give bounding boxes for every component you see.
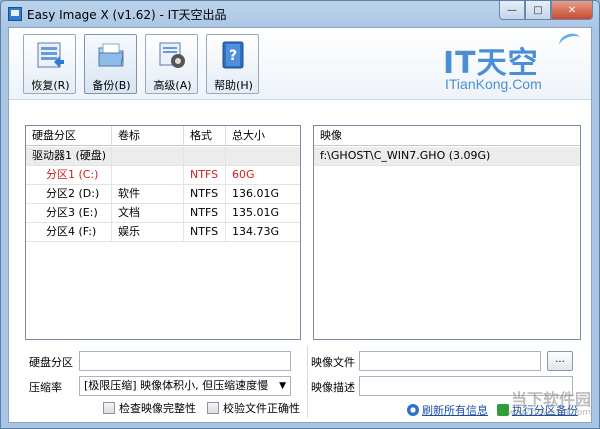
help-label: 帮助(H) xyxy=(214,79,253,92)
app-window: Easy Image X (v1.62) - IT天空出品 — □ ✕ 恢复(R… xyxy=(0,0,600,429)
watermark-text: 当下软件园 xyxy=(510,390,591,409)
check-integrity-label: 检查映像完整性 xyxy=(119,402,196,415)
col-header-image[interactable]: 映像 xyxy=(314,126,580,146)
checkbox-box xyxy=(207,402,219,414)
logo-sub-text: ITianKong.Com xyxy=(445,76,542,92)
partition-name: 分区3 (E:) xyxy=(26,204,112,222)
compression-select-value: [极限压缩] 映像体积小, 但压缩速度慢 xyxy=(84,379,269,392)
advanced-button[interactable]: 高级(A) xyxy=(145,34,198,94)
image-file-label: 映像文件 xyxy=(311,356,355,369)
window-controls: — □ ✕ xyxy=(499,1,593,20)
watermark-url: www.downxia.com xyxy=(507,408,591,418)
restore-icon xyxy=(37,42,64,68)
image-path: f:\GHOST\C_WIN7.GHO (3.09G) xyxy=(320,149,491,162)
partition-format: NTFS xyxy=(184,223,226,241)
col-header-label[interactable]: 卷标 xyxy=(112,126,184,146)
minimize-button[interactable]: — xyxy=(499,1,525,20)
help-button[interactable]: ? 帮助(H) xyxy=(206,34,259,94)
table-row[interactable]: 分区1 (C:) NTFS 60G xyxy=(26,166,300,185)
brand-logo: IT天空 ITianKong.Com xyxy=(433,30,584,98)
partition-size: 136.01G xyxy=(232,187,280,200)
drive-group-cell xyxy=(184,147,226,165)
check-integrity-checkbox[interactable]: 检查映像完整性 xyxy=(103,401,196,415)
partition-format: NTFS xyxy=(184,204,226,222)
restore-button[interactable]: 恢复(R) xyxy=(23,34,76,94)
image-desc-label: 映像描述 xyxy=(311,381,355,394)
image-list-header: 映像 xyxy=(314,126,580,146)
partition-label: 娱乐 xyxy=(112,223,184,241)
drive-group-cell xyxy=(226,147,300,165)
partition-size: 135.01G xyxy=(232,206,280,219)
drive-group-row[interactable]: 驱动器1 (硬盘) xyxy=(26,147,300,166)
watermark: 当下软件园 www.downxia.com xyxy=(471,382,591,422)
compression-select[interactable]: [极限压缩] 映像体积小, 但压缩速度慢 ▼ xyxy=(79,376,291,396)
app-icon xyxy=(8,7,22,21)
browse-button[interactable]: ... xyxy=(547,351,573,371)
partition-format: NTFS xyxy=(184,185,226,203)
title-bar[interactable]: Easy Image X (v1.62) - IT天空出品 — □ ✕ xyxy=(1,1,599,27)
col-header-size[interactable]: 总大小 xyxy=(226,126,300,146)
compression-label: 压缩率 xyxy=(29,381,62,394)
close-button[interactable]: ✕ xyxy=(551,1,593,20)
partition-label: 软件 xyxy=(112,185,184,203)
main-client: 恢复(R) 备份(B) 高级(A) ? 帮助(H) IT天空 ITianKong… xyxy=(8,27,592,423)
check-file-checkbox[interactable]: 校验文件正确性 xyxy=(207,401,300,415)
col-header-partition[interactable]: 硬盘分区 xyxy=(26,126,112,146)
image-list[interactable]: 映像 f:\GHOST\C_WIN7.GHO (3.09G) xyxy=(313,125,581,340)
backup-button[interactable]: 备份(B) xyxy=(84,34,137,94)
table-row[interactable]: 分区3 (E:) 文档 NTFS 135.01G xyxy=(26,204,300,223)
form-divider xyxy=(307,346,308,418)
backup-folder-icon xyxy=(98,43,124,67)
check-file-label: 校验文件正确性 xyxy=(223,402,300,415)
partition-name: 分区1 (C:) xyxy=(26,166,112,184)
list-item[interactable]: f:\GHOST\C_WIN7.GHO (3.09G) xyxy=(314,147,580,166)
drive-group-name: 驱动器1 (硬盘) xyxy=(26,147,112,165)
partition-name: 分区2 (D:) xyxy=(26,185,112,203)
window-title: Easy Image X (v1.62) - IT天空出品 xyxy=(27,8,227,22)
partition-label: 文档 xyxy=(112,204,184,222)
advanced-label: 高级(A) xyxy=(153,79,192,92)
maximize-button[interactable]: □ xyxy=(525,1,551,20)
svg-text:?: ? xyxy=(229,48,237,64)
partition-label xyxy=(112,166,184,184)
partition-size: 134.73G xyxy=(232,225,280,238)
toolbar-header: 恢复(R) 备份(B) 高级(A) ? 帮助(H) IT天空 ITianKong… xyxy=(9,28,591,100)
restore-label: 恢复(R) xyxy=(31,79,70,92)
chevron-down-icon: ▼ xyxy=(279,381,286,391)
table-row[interactable]: 分区2 (D:) 软件 NTFS 136.01G xyxy=(26,185,300,204)
image-file-field[interactable] xyxy=(359,351,541,371)
partition-field[interactable] xyxy=(79,351,291,371)
help-book-icon: ? xyxy=(222,41,244,69)
partition-list[interactable]: 硬盘分区 卷标 格式 总大小 驱动器1 (硬盘) 分区1 (C:) NTFS 6… xyxy=(25,125,301,340)
col-header-format[interactable]: 格式 xyxy=(184,126,226,146)
checkbox-box xyxy=(103,402,115,414)
partition-size: 60G xyxy=(232,168,255,181)
refresh-icon xyxy=(407,404,419,416)
logo-swoosh-icon xyxy=(556,30,584,54)
partition-field-label: 硬盘分区 xyxy=(29,356,73,369)
partition-name: 分区4 (F:) xyxy=(26,223,112,241)
advanced-gear-icon xyxy=(159,42,185,68)
partition-format: NTFS xyxy=(184,166,226,184)
partition-list-header: 硬盘分区 卷标 格式 总大小 xyxy=(26,126,300,146)
backup-label: 备份(B) xyxy=(92,79,131,92)
drive-group-cell xyxy=(112,147,184,165)
table-row[interactable]: 分区4 (F:) 娱乐 NTFS 134.73G xyxy=(26,223,300,242)
